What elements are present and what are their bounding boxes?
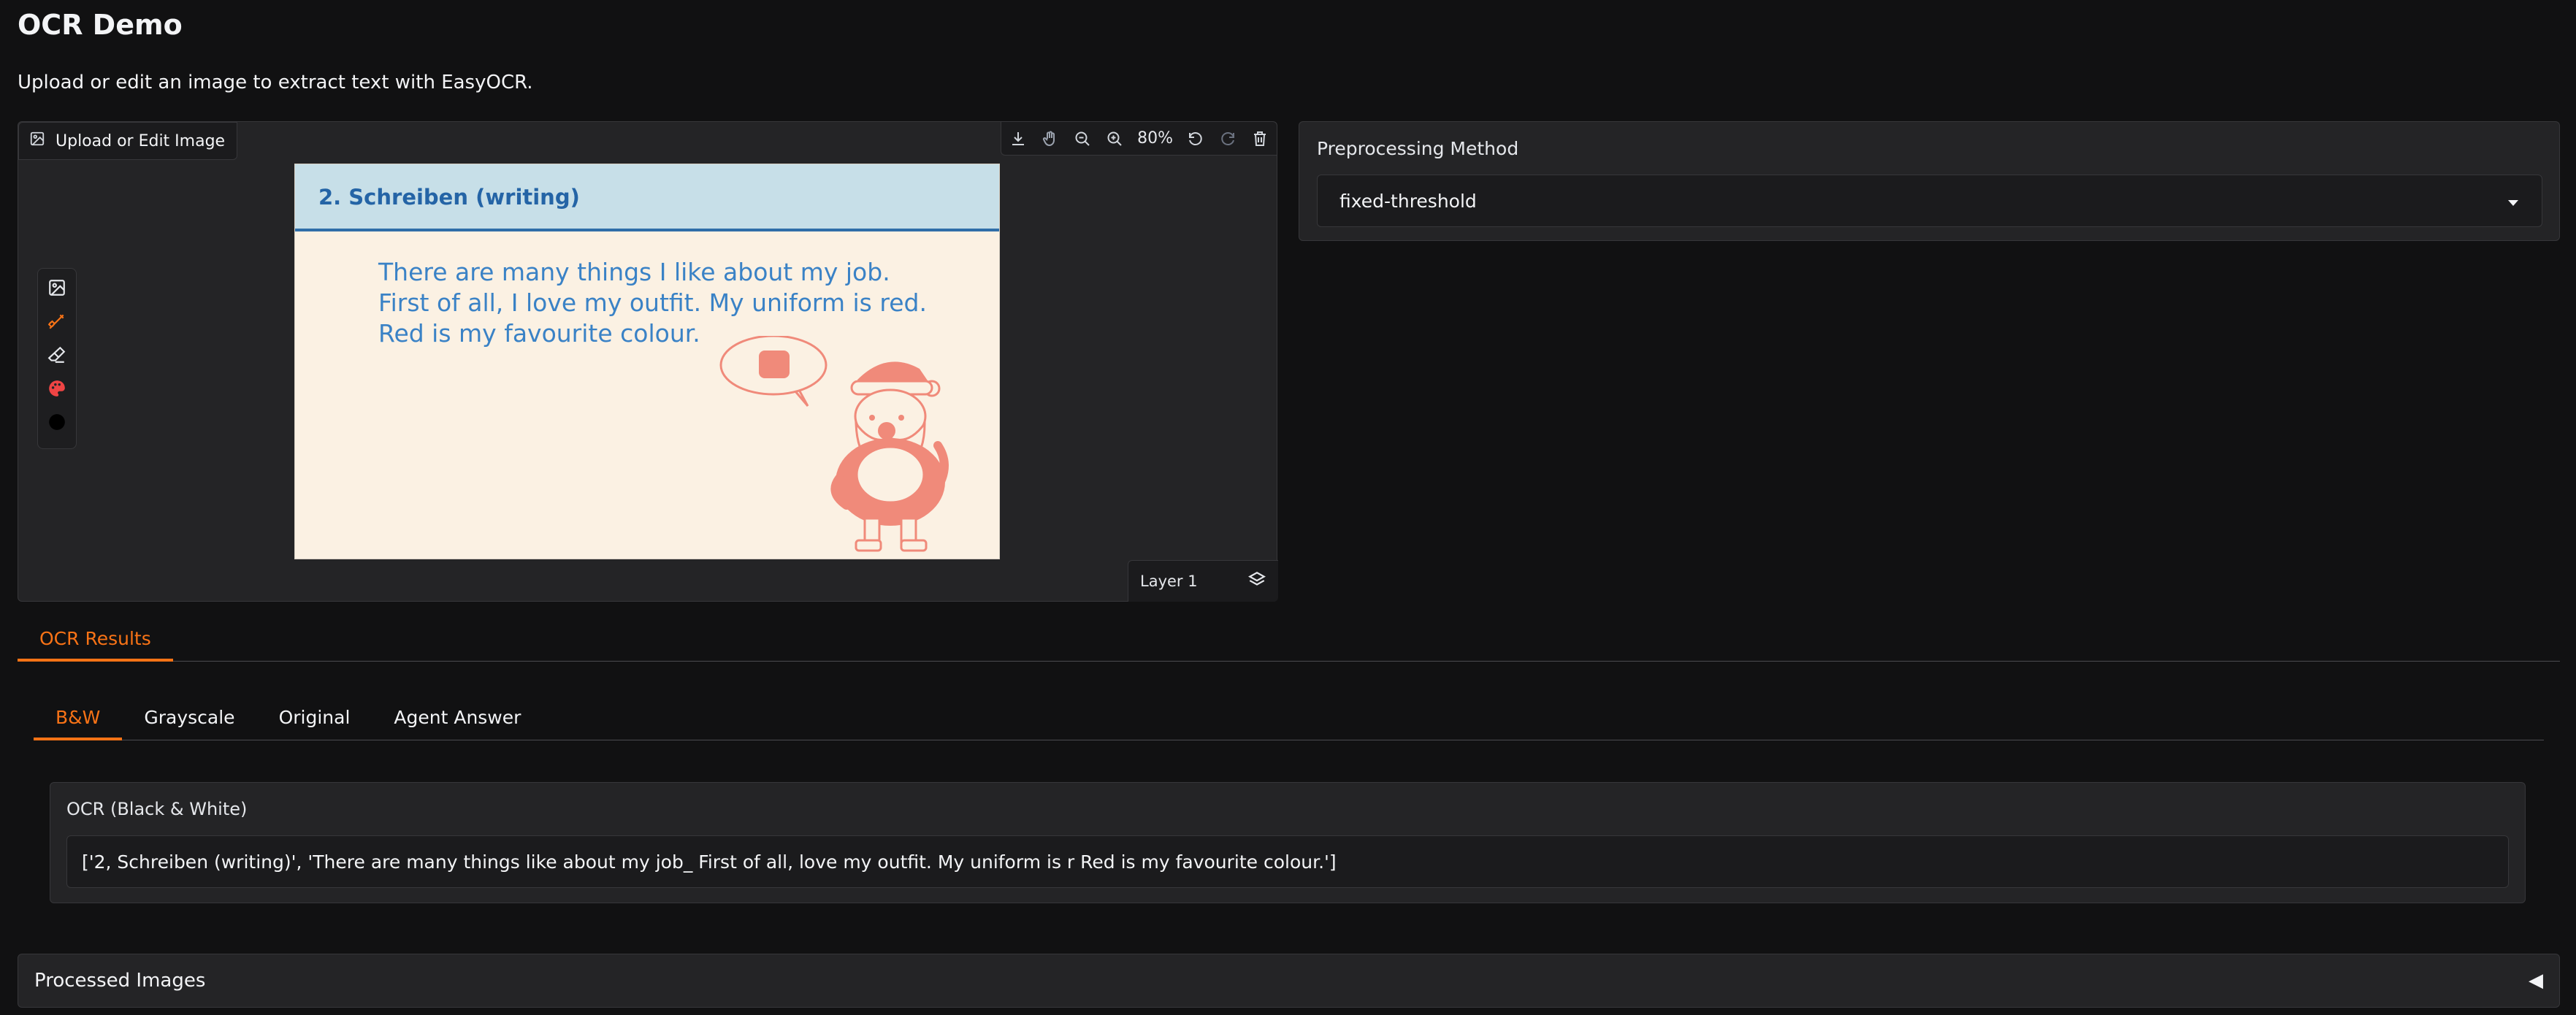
canvas-heading: 2. Schreiben (writing) bbox=[318, 185, 580, 210]
layer-selector[interactable]: Layer 1 bbox=[1128, 560, 1278, 602]
zoom-out-icon[interactable] bbox=[1073, 129, 1092, 148]
preprocessing-label: Preprocessing Method bbox=[1317, 138, 1519, 159]
side-toolbar bbox=[37, 268, 77, 449]
collapse-arrow-icon[interactable]: ◀ bbox=[2529, 970, 2543, 992]
color-swatch-icon[interactable] bbox=[46, 412, 68, 432]
redo-icon[interactable] bbox=[1218, 129, 1237, 148]
pan-hand-icon[interactable] bbox=[1041, 129, 1060, 148]
palette-icon[interactable] bbox=[46, 378, 68, 399]
editor-label-text: Upload or Edit Image bbox=[56, 131, 226, 150]
zoom-in-icon[interactable] bbox=[1105, 129, 1124, 148]
undo-icon[interactable] bbox=[1186, 129, 1205, 148]
processed-images-label: Processed Images bbox=[34, 970, 206, 992]
eraser-icon[interactable] bbox=[46, 345, 68, 365]
ocr-output-panel: OCR (Black & White) ['2, Schreiben (writ… bbox=[50, 782, 2526, 903]
trash-icon[interactable] bbox=[1250, 129, 1269, 148]
page-title: OCR Demo bbox=[18, 9, 183, 41]
results-tabbar: OCR Results bbox=[18, 624, 2560, 662]
image-icon[interactable] bbox=[46, 277, 68, 298]
tab-grayscale[interactable]: Grayscale bbox=[122, 702, 256, 740]
brush-icon[interactable] bbox=[46, 311, 68, 332]
canvas-text-line: Red is my favourite colour. bbox=[378, 319, 700, 348]
layers-icon[interactable] bbox=[1247, 570, 1266, 593]
ocr-output-label: OCR (Black & White) bbox=[66, 799, 248, 819]
tab-original[interactable]: Original bbox=[257, 702, 372, 740]
editor-toolbar: 80% bbox=[1001, 122, 1277, 156]
image-icon bbox=[29, 131, 45, 151]
preprocessing-selected-value: fixed-threshold bbox=[1339, 190, 1477, 212]
sub-tabbar: B&W Grayscale Original Agent Answer bbox=[34, 702, 2544, 740]
download-icon[interactable] bbox=[1009, 129, 1028, 148]
layer-label: Layer 1 bbox=[1140, 572, 1198, 590]
image-editor[interactable]: Upload or Edit Image 80% 2. Schreiben (w… bbox=[18, 121, 1278, 602]
ocr-output-textbox[interactable]: ['2, Schreiben (writing)', 'There are ma… bbox=[66, 835, 2509, 888]
page-description: Upload or edit an image to extract text … bbox=[18, 72, 533, 93]
canvas-text-line: There are many things I like about my jo… bbox=[378, 258, 890, 286]
tab-bw[interactable]: B&W bbox=[34, 702, 123, 740]
santa-illustration bbox=[719, 336, 949, 552]
zoom-level: 80% bbox=[1137, 129, 1173, 148]
editor-label: Upload or Edit Image bbox=[18, 122, 238, 160]
preprocessing-dropdown[interactable]: fixed-threshold bbox=[1317, 175, 2542, 227]
image-canvas[interactable]: 2. Schreiben (writing) There are many th… bbox=[294, 164, 1000, 559]
canvas-header: 2. Schreiben (writing) bbox=[295, 164, 999, 231]
canvas-text-line: First of all, I love my outfit. My unifo… bbox=[378, 288, 927, 317]
tab-agent-answer[interactable]: Agent Answer bbox=[372, 702, 543, 740]
processed-images-accordion[interactable]: Processed Images ◀ bbox=[18, 954, 2560, 1008]
preprocessing-panel: Preprocessing Method fixed-threshold bbox=[1299, 121, 2560, 241]
tab-ocr-results[interactable]: OCR Results bbox=[18, 624, 173, 662]
caret-down-icon[interactable] bbox=[2507, 191, 2520, 212]
